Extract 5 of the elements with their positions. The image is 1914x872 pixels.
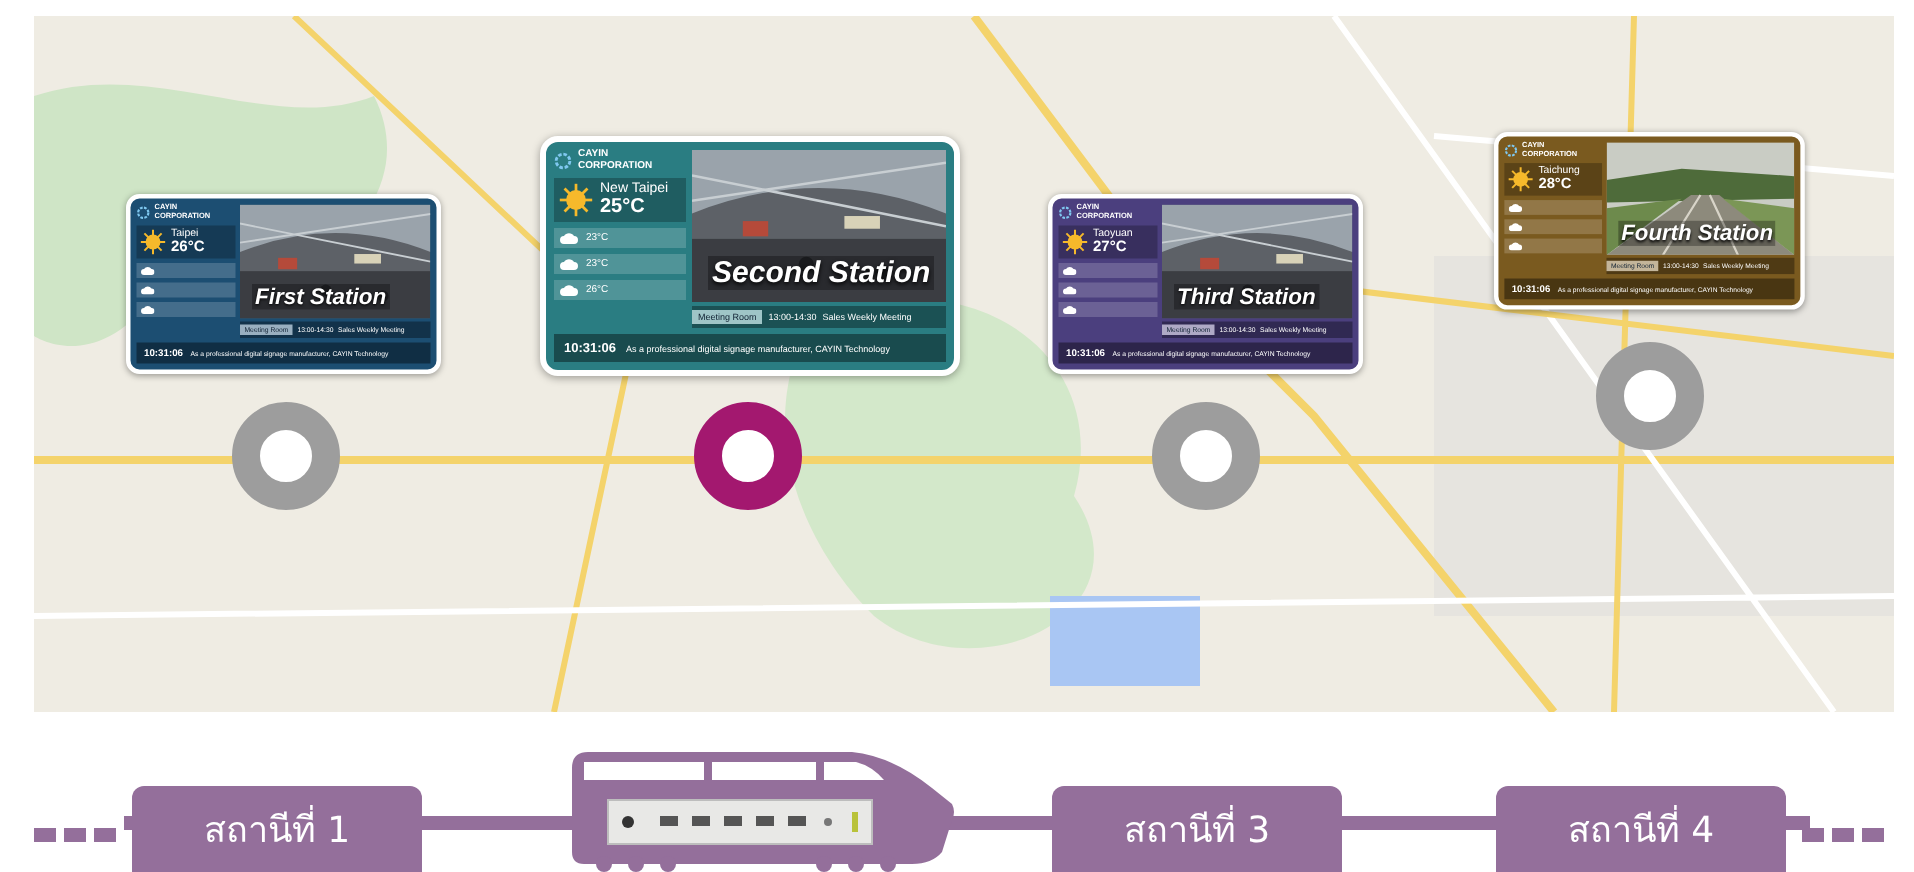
track-dash-drawing bbox=[34, 828, 116, 842]
station-label: สถานีที่ 4 bbox=[1496, 786, 1786, 872]
station-label: สถานีที่ 3 bbox=[1052, 786, 1342, 872]
track-dash-drawing bbox=[1802, 828, 1884, 842]
station-label: สถานีที่ 1 bbox=[132, 786, 422, 872]
